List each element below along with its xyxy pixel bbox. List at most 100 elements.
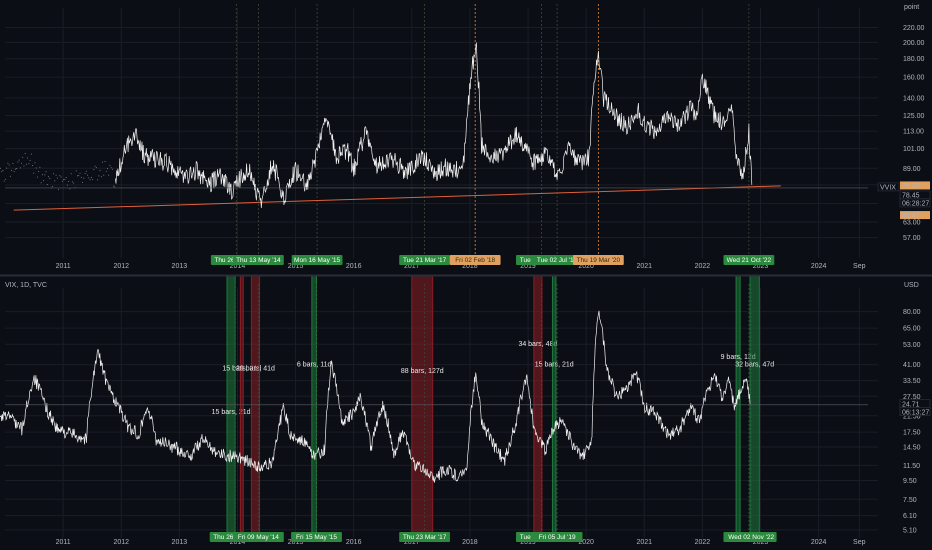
history-dot	[93, 169, 95, 171]
history-dot	[61, 180, 63, 182]
history-dot	[60, 176, 62, 178]
bottom-pane[interactable]: 80.0065.0053.0041.0033.5027.5021.5017.50…	[0, 275, 931, 546]
history-dot	[89, 179, 91, 181]
x-tick-label: 2013	[172, 263, 188, 270]
last-value-label: VVIX	[880, 184, 896, 191]
history-dot	[51, 186, 53, 188]
history-dot	[114, 186, 116, 188]
history-dot	[48, 176, 50, 178]
y-tick-label: 14.50	[903, 445, 921, 452]
history-dot	[108, 174, 110, 176]
last-value-label: 06:28:27	[902, 200, 929, 207]
y-tick-label: 125.00	[903, 113, 925, 120]
last-value-label: 65.47	[902, 213, 920, 220]
y-tick-label: 200.00	[903, 40, 925, 47]
history-dot	[66, 184, 68, 186]
y-tick-label: 220.00	[903, 25, 925, 32]
y-tick-label: 53.00	[903, 342, 921, 349]
price-series[interactable]	[115, 42, 753, 209]
x-tick-label: 2024	[811, 539, 827, 546]
history-dot	[84, 172, 86, 174]
zone-label: 15 bars, 21d	[535, 362, 574, 369]
history-dot	[55, 174, 57, 176]
history-dot	[36, 176, 38, 178]
date-marker-label: Thu 19 Mar '20	[577, 257, 621, 264]
highlight-zone[interactable]	[411, 275, 434, 539]
y-tick-label: 180.00	[903, 56, 925, 63]
history-dot	[25, 163, 27, 165]
history-dot	[12, 162, 14, 164]
highlight-zone[interactable]	[311, 275, 317, 539]
history-dot	[100, 176, 102, 178]
history-dot	[77, 175, 79, 177]
history-dot	[2, 170, 4, 172]
history-dot	[7, 162, 9, 164]
date-marker-label: Tue 02 Jul '19	[537, 257, 578, 264]
x-tick-label: 2013	[172, 539, 188, 546]
last-value-label: 24.71	[902, 401, 920, 408]
y-tick-label: 6.10	[903, 513, 917, 520]
zone-label: 6 bars, 11d	[297, 362, 332, 369]
history-dot	[59, 175, 61, 177]
x-tick-label: 2011	[56, 539, 71, 546]
highlight-zone[interactable]	[749, 275, 760, 539]
history-dot	[98, 175, 100, 177]
history-dot	[97, 179, 99, 181]
x-tick-label: 2021	[636, 539, 652, 546]
history-dot	[38, 170, 40, 172]
history-dot	[46, 184, 48, 186]
y-tick-label: 17.50	[903, 430, 921, 437]
x-tick-label: 2016	[346, 263, 362, 270]
highlight-zone[interactable]	[735, 275, 741, 539]
highlight-zone[interactable]	[551, 275, 557, 539]
history-dot	[43, 180, 45, 182]
x-tick-label: 2018	[462, 539, 478, 546]
chart-canvas[interactable]: 220.00 200.00 180.00 160.00 140.00 125.00 113.…	[0, 0, 932, 550]
history-dot	[56, 177, 58, 179]
history-dot	[73, 182, 75, 184]
last-value-label: 06:13:27	[902, 409, 929, 416]
y-tick-label: 101.00	[903, 146, 925, 153]
history-dot	[106, 168, 108, 170]
history-dot	[1, 171, 3, 173]
history-dot	[30, 153, 32, 155]
x-tick-label: 2016	[346, 539, 362, 546]
y-tick-label: 65.00	[903, 326, 921, 333]
highlight-zone[interactable]	[533, 275, 543, 539]
history-dot	[83, 177, 85, 179]
x-tick-label: 2012	[113, 539, 129, 546]
last-value-label: 78.45	[902, 192, 920, 199]
date-marker-label: Fri 02 Feb '18	[455, 257, 495, 264]
date-marker-label: Fri 15 May '15	[296, 534, 337, 541]
history-dot	[54, 180, 56, 182]
x-tick-label: 2022	[695, 263, 711, 270]
history-dot	[13, 171, 15, 173]
date-marker-label: Thu 13 May '14	[236, 257, 281, 264]
history-dot	[65, 176, 67, 178]
y-tick-label: 113.00	[903, 129, 924, 136]
history-dot	[90, 176, 92, 178]
date-marker-label: Fri 09 May '14	[238, 534, 279, 541]
bottom-axis-unit-label: USD	[904, 282, 919, 289]
history-dot	[0, 167, 1, 169]
history-dot	[23, 165, 25, 167]
last-value-label: 79.20	[902, 183, 920, 190]
date-marker-label: Mon 16 May '15	[294, 257, 340, 264]
y-tick-label: 5.10	[903, 527, 917, 534]
highlight-zone[interactable]	[239, 275, 244, 539]
zone-label: 29 bars, 41d	[236, 366, 275, 373]
history-dot	[80, 176, 82, 178]
history-dot	[14, 168, 16, 170]
history-dot	[102, 161, 104, 163]
history-dot	[34, 162, 36, 164]
highlight-zone[interactable]	[250, 275, 261, 539]
history-dot	[64, 178, 66, 180]
history-dot	[11, 170, 13, 172]
history-dot	[8, 164, 10, 166]
history-dot	[32, 164, 34, 166]
top-pane[interactable]: 220.00 200.00 180.00 160.00 140.00 125.00 113.…	[0, 4, 931, 270]
trendline[interactable]	[13, 185, 781, 211]
y-tick-label: 80.00	[903, 309, 921, 316]
history-dot	[69, 188, 71, 190]
highlight-zone[interactable]	[226, 275, 236, 539]
